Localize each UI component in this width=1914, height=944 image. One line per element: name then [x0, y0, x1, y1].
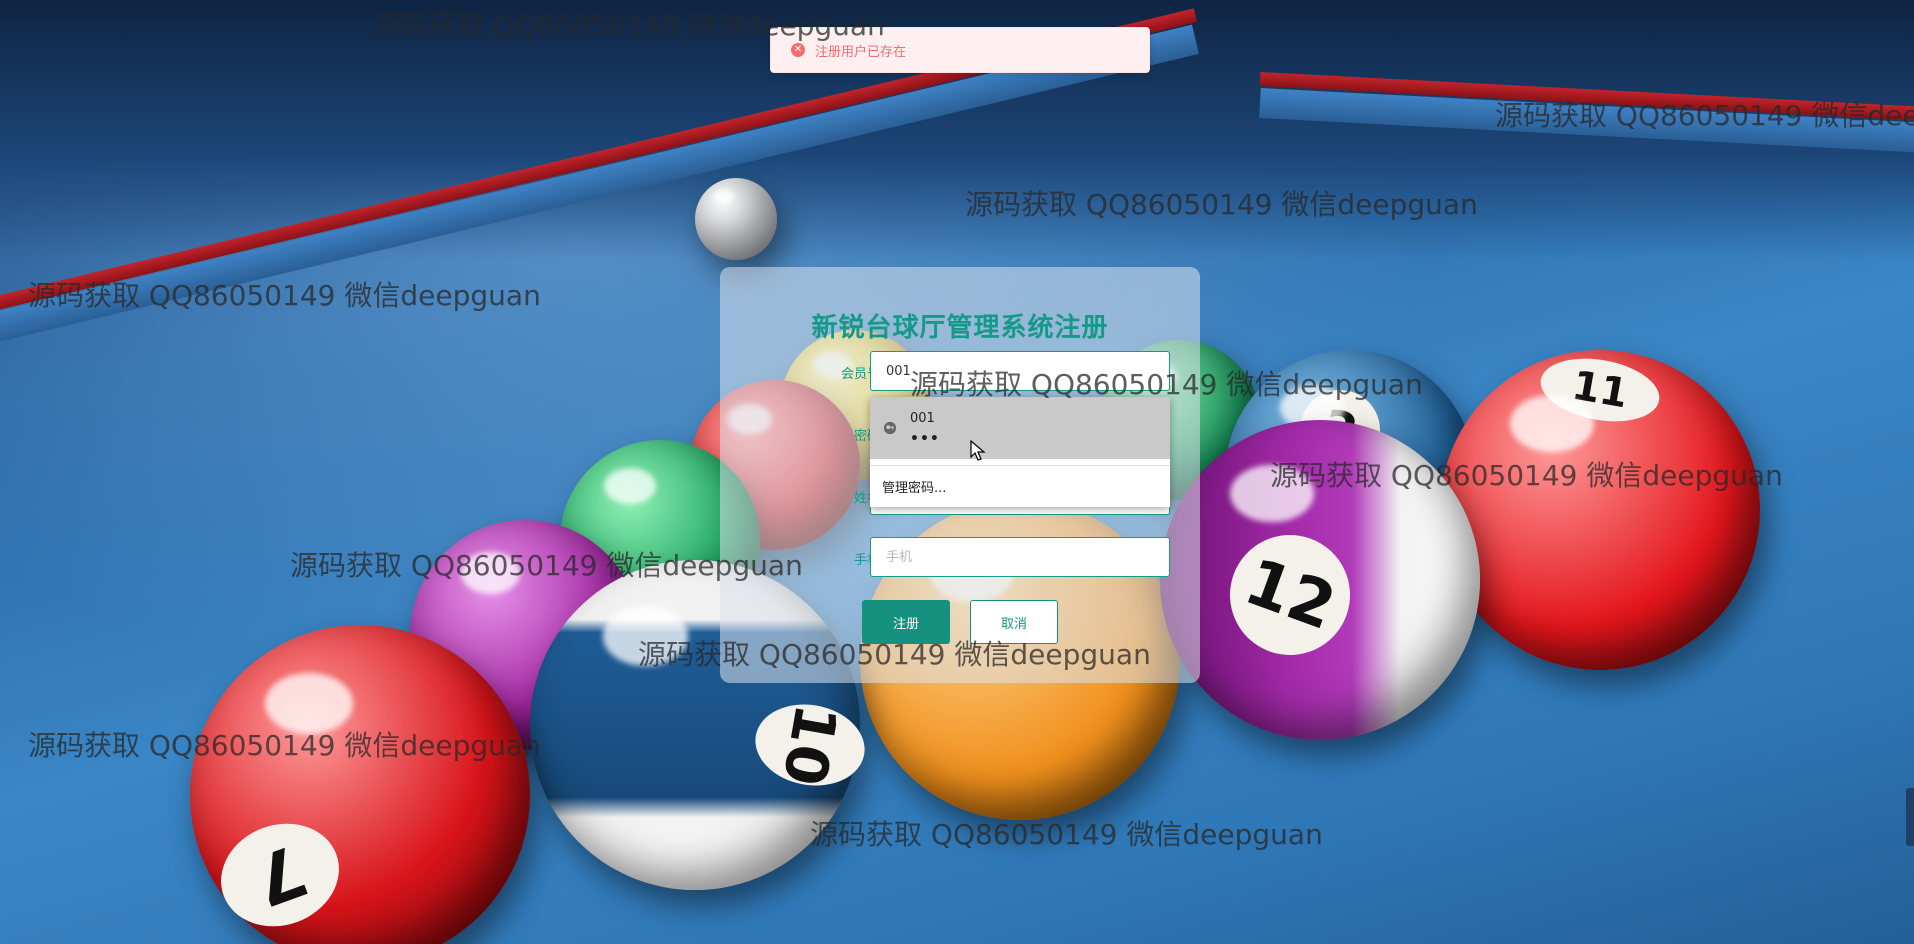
ball-number-12: 12 — [1213, 518, 1367, 672]
ball-purple-12: 12 — [1160, 420, 1480, 740]
password-label: 密码 — [853, 429, 880, 444]
phone-label: 手机 — [853, 553, 880, 568]
member-no-input[interactable] — [870, 351, 1170, 391]
cue-ball — [695, 178, 777, 260]
ball-red-7: 7 — [190, 625, 530, 944]
ball-red-11: 11 — [1440, 350, 1760, 670]
error-toast: ✕ 注册用户已存在 — [770, 27, 1150, 73]
ball-number-7: 7 — [206, 807, 354, 943]
mouse-cursor-icon — [970, 440, 986, 461]
page-title: 新锐台球厅管理系统注册 — [811, 313, 1109, 343]
autofill-dropdown: 001 ••• 管理密码... — [870, 397, 1170, 507]
key-icon — [883, 421, 897, 435]
member-no-label: 会员号 — [840, 367, 880, 382]
toast-message: 注册用户已存在 — [815, 44, 907, 60]
phone-row: 手机 — [720, 537, 1200, 577]
phone-input[interactable] — [870, 537, 1170, 577]
cancel-button[interactable]: 取消 — [970, 600, 1058, 644]
error-circle-icon: ✕ — [791, 43, 805, 57]
side-edge-tab[interactable] — [1906, 788, 1914, 846]
autofill-credential-item[interactable]: 001 ••• — [870, 397, 1170, 459]
ball-number-10: 10 — [748, 696, 872, 794]
autofill-password-mask: ••• — [910, 431, 940, 447]
register-button[interactable]: 注册 — [862, 600, 950, 644]
manage-passwords-link[interactable]: 管理密码... — [882, 477, 946, 496]
ball-number-11: 11 — [1535, 350, 1665, 430]
name-label: 姓名 — [853, 491, 880, 506]
autofill-divider — [870, 465, 1170, 466]
member-no-row: 会员号 — [720, 351, 1200, 391]
autofill-username: 001 — [910, 411, 935, 426]
